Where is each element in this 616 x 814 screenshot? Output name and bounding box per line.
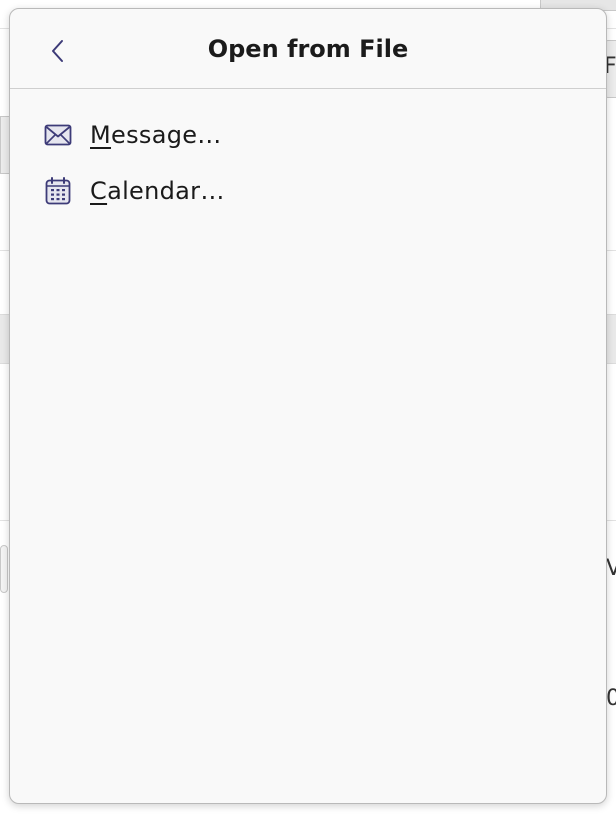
label-text: essage… (111, 121, 222, 149)
panel-title: Open from File (207, 35, 409, 63)
menu-item-message[interactable]: Message… (10, 107, 606, 163)
menu-item-label: Calendar… (90, 177, 225, 205)
open-from-file-menu: Message… Calendar… (10, 89, 606, 219)
panel-header: Open from File (10, 9, 606, 89)
calendar-icon (44, 177, 72, 205)
background-text-fragment: 0 (606, 686, 616, 711)
access-key: M (90, 121, 112, 149)
label-text: alendar… (107, 177, 225, 205)
envelope-icon (44, 121, 72, 149)
access-key: C (90, 177, 108, 205)
open-from-file-panel: Open from File Message… Calendar… (9, 8, 607, 804)
menu-item-label: Message… (90, 121, 222, 149)
background-text-fragment: V (606, 556, 616, 581)
background-left-control (0, 545, 8, 593)
menu-item-calendar[interactable]: Calendar… (10, 163, 606, 219)
